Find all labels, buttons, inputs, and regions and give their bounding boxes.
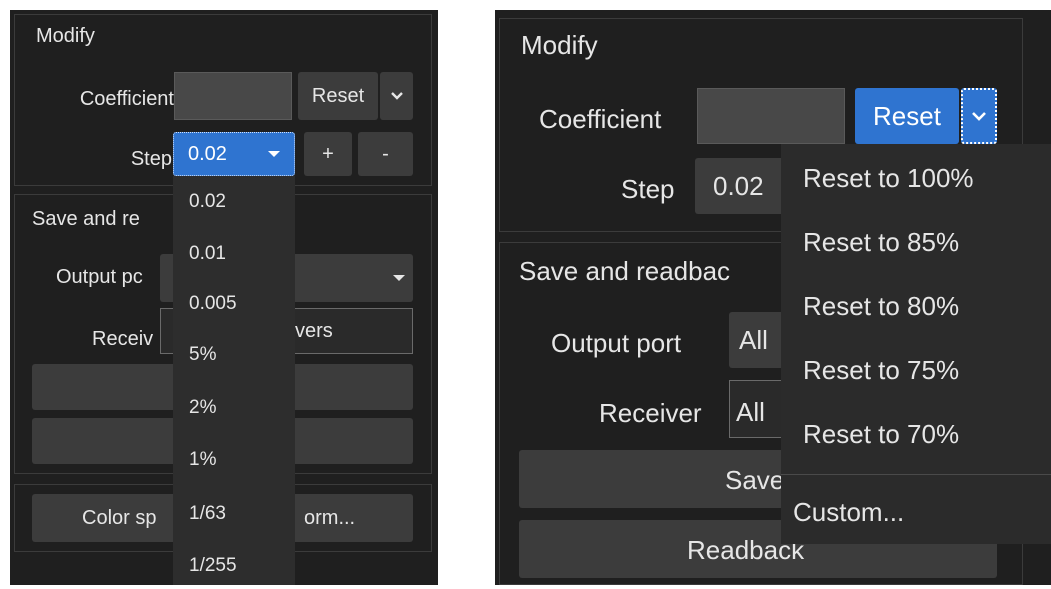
reset-menu-item[interactable]: Reset to 100% [781,150,1051,206]
left-receiver-value: vers [295,320,333,342]
step-option[interactable]: 0.005 [173,282,295,326]
left-step-minus-button[interactable]: - [358,132,413,176]
left-step-plus-button[interactable]: + [304,132,352,176]
reset-menu-item[interactable]: Reset to 75% [781,342,1051,398]
step-option[interactable]: 2% [173,386,295,430]
left-color-space-label-right: orm... [304,507,356,529]
reset-menu-item[interactable]: Reset to 70% [781,406,1051,462]
left-coefficient-label: Coefficient [79,88,174,110]
step-option[interactable]: 1% [173,438,295,482]
right-step-value: 0.02 [713,170,764,201]
left-color-space-label-left: Color sp [82,507,157,529]
right-modify-title: Modify [521,30,598,60]
left-save-title: Save and re [32,208,140,230]
right-save-label: Save [725,465,785,495]
step-option[interactable]: 0.01 [173,232,295,276]
reset-menu-item[interactable]: Reset to 85% [781,214,1051,270]
left-output-port-label: Output pc [56,266,143,288]
right-panel: Modify Coefficient Reset Step 0.02 Save … [495,10,1051,585]
left-step-label: Step [130,148,172,170]
right-save-title: Save and readbac [519,256,731,286]
left-receiver-label: Receiv [92,328,154,350]
right-reset-button[interactable]: Reset [855,88,959,144]
left-modify-title: Modify [36,25,95,47]
right-receiver-label: Receiver [599,398,702,428]
chevron-down-icon [390,92,403,100]
step-option[interactable]: 1/255 [173,544,295,585]
left-step-dropdown-list: 0.02 0.01 0.005 5% 2% 1% 1/63 1/255 [173,176,295,585]
reset-menu-item[interactable]: Reset to 80% [781,278,1051,334]
right-receiver-value: All [736,397,765,427]
step-option[interactable]: 0.02 [173,180,295,224]
left-step-dropdown-arrow-icon [268,151,280,157]
chevron-down-icon [972,112,986,121]
left-reset-menu-button[interactable] [380,72,413,120]
step-option[interactable]: 1/63 [173,492,295,536]
left-output-port-arrow-icon [393,275,405,281]
right-coefficient-label: Coefficient [539,104,662,134]
reset-menu-item-custom[interactable]: Custom... [781,484,1051,540]
right-coefficient-input[interactable] [697,88,845,144]
right-output-port-label: Output port [551,328,682,358]
reset-menu-separator [781,474,1051,475]
left-reset-button[interactable]: Reset [298,72,378,120]
right-output-port-value: All [739,324,768,355]
right-reset-menu-button[interactable] [961,88,997,144]
right-step-label: Step [621,174,675,204]
left-coefficient-input[interactable] [174,72,292,120]
left-panel: Modify Coefficient Reset Step 0.02 + - S… [10,10,438,585]
right-reset-popup-menu: Reset to 100% Reset to 85% Reset to 80% … [781,144,1051,544]
step-option[interactable]: 5% [173,333,295,377]
left-step-value: 0.02 [188,142,227,165]
